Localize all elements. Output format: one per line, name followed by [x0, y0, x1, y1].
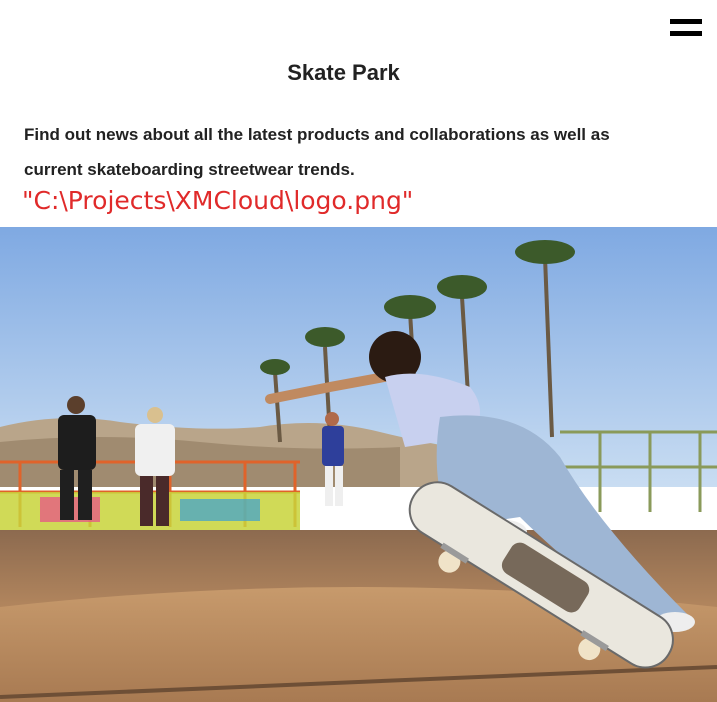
intro-text: Find out news about all the latest produ… [24, 117, 684, 187]
logo-path-text: "C:\Projects\XMCloud\logo.png" [22, 186, 414, 215]
intro-line-2: current skateboarding streetwear trends. [24, 160, 355, 179]
hamburger-menu-icon [670, 19, 702, 24]
page-title: Skate Park [287, 60, 400, 85]
hero-image [0, 227, 717, 702]
menu-button[interactable] [670, 19, 702, 41]
intro-line-1: Find out news about all the latest produ… [24, 125, 610, 144]
